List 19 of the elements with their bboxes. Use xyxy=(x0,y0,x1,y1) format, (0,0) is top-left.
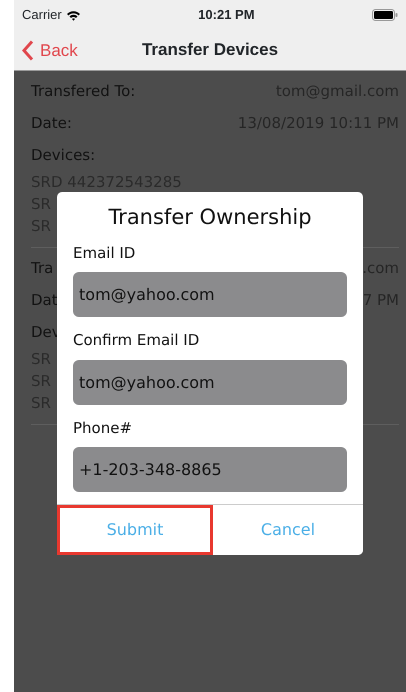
screen-title: Transfer Devices xyxy=(142,39,278,62)
devices-label: Devices: xyxy=(31,146,96,164)
status-time: 10:21 PM xyxy=(198,6,255,24)
field-label: Email ID xyxy=(73,244,136,262)
dialog-title: Transfer Ownership xyxy=(108,205,312,229)
field-label: Dat xyxy=(31,290,58,310)
input-field[interactable]: tom@yahoo.com xyxy=(73,360,347,404)
wifi-icon xyxy=(66,10,81,20)
input-field[interactable]: +1-203-348-8865 xyxy=(73,447,347,492)
field-label: Phone# xyxy=(73,418,132,436)
input-field[interactable]: tom@yahoo.com xyxy=(73,272,347,317)
back-button[interactable]: Back xyxy=(22,38,78,64)
field-label: Tra xyxy=(31,258,54,278)
battery-icon xyxy=(372,9,398,21)
field-label: Date: xyxy=(31,113,72,133)
chevron-left-icon xyxy=(22,40,34,62)
carrier-label: Carrier xyxy=(22,6,62,24)
field-label: Confirm Email ID xyxy=(73,331,200,349)
field-label: Transfered To: xyxy=(31,81,136,101)
